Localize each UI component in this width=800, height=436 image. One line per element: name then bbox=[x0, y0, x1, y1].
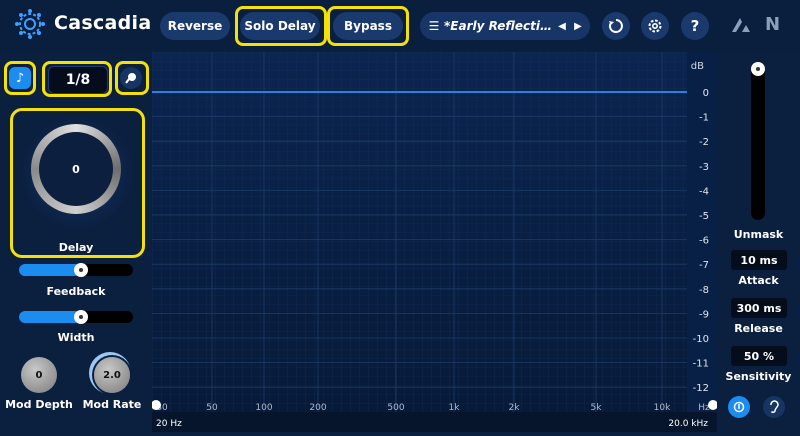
freq-max-label: 20.0 kHz bbox=[668, 419, 708, 429]
freq-tick-label: 200 bbox=[309, 403, 326, 413]
width-slider-fill bbox=[19, 311, 81, 323]
width-slider[interactable] bbox=[19, 310, 133, 324]
db-tick-label: -9 bbox=[699, 309, 709, 320]
db-tick-label: -10 bbox=[693, 334, 709, 345]
top-bar: Cascadia Reverse Solo Delay Bypass ☰ *Ea… bbox=[0, 0, 800, 52]
history-icon bbox=[608, 19, 623, 33]
unmask-slider[interactable] bbox=[751, 62, 765, 220]
note-value-display[interactable]: 1/8 bbox=[48, 66, 108, 94]
freq-tick-label: 1k bbox=[449, 403, 461, 413]
db-tick-label: -4 bbox=[699, 186, 709, 197]
sensitivity-value[interactable]: 50 % bbox=[731, 346, 787, 366]
width-slider-thumb[interactable] bbox=[74, 310, 88, 324]
settings-button[interactable] bbox=[641, 12, 669, 40]
bypass-button[interactable]: Bypass bbox=[333, 12, 403, 40]
db-tick-label: -2 bbox=[699, 137, 709, 148]
mod-depth-label: Mod Depth bbox=[5, 398, 73, 411]
freq-tick-label: 500 bbox=[387, 403, 404, 413]
attack-value[interactable]: 10 ms bbox=[731, 250, 787, 270]
sensitivity-label: Sensitivity bbox=[725, 370, 792, 383]
cascadia-logo-icon bbox=[15, 9, 45, 39]
db-tick-label: -11 bbox=[693, 359, 709, 370]
tempo-sync-button[interactable]: ♪ bbox=[9, 67, 31, 89]
tap-tempo-button[interactable] bbox=[120, 67, 142, 89]
delay-control-panel: ♪ 1/8 0 Delay Feedback Width 0 Mod Depth… bbox=[0, 52, 152, 432]
listen-button[interactable] bbox=[763, 396, 785, 418]
ear-icon bbox=[770, 400, 779, 414]
freq-axis-bar bbox=[152, 412, 717, 432]
tap-tempo-icon bbox=[125, 73, 136, 84]
mod-depth-knob[interactable]: 0 bbox=[21, 357, 57, 393]
unmask-panel: Unmask 10 ms Attack 300 ms Release 50 % … bbox=[717, 52, 800, 432]
help-button[interactable]: ? bbox=[681, 12, 709, 40]
feedback-slider-fill bbox=[19, 264, 81, 276]
app-title: Cascadia bbox=[54, 12, 152, 34]
unmask-label: Unmask bbox=[733, 228, 784, 241]
freq-tick-label: 5k bbox=[591, 403, 603, 413]
db-unit-label: dB bbox=[691, 61, 704, 72]
meter-mode-icon bbox=[733, 401, 745, 413]
music-note-icon: ♪ bbox=[15, 70, 25, 86]
width-label: Width bbox=[57, 331, 95, 344]
db-tick-label: -8 bbox=[699, 285, 709, 296]
db-tick-label: -5 bbox=[699, 211, 709, 222]
release-label: Release bbox=[734, 322, 783, 335]
spectrum-graph-svg[interactable]: dB 0-1-2-3-4-5-6-7-8-9-10-11-12 30 50 100 2… bbox=[151, 52, 718, 432]
feedback-slider-thumb[interactable] bbox=[74, 263, 88, 277]
meter-mode-button[interactable] bbox=[728, 396, 750, 418]
mod-rate-knob[interactable]: 2.0 bbox=[94, 357, 130, 393]
attack-label: Attack bbox=[738, 274, 779, 287]
freq-tick-label: 100 bbox=[255, 403, 272, 413]
freq-tick-label: 10k bbox=[654, 403, 671, 413]
preset-selector[interactable]: ☰ *Early Reflections - W... ◀ ▶ bbox=[420, 12, 590, 40]
db-tick-label: -7 bbox=[699, 260, 709, 271]
gear-icon bbox=[648, 19, 662, 33]
freq-min-label: 20 Hz bbox=[156, 419, 182, 429]
izotope-logo-icon bbox=[732, 18, 750, 32]
mod-rate-label: Mod Rate bbox=[82, 398, 142, 411]
ni-logo: N bbox=[765, 14, 781, 35]
freq-tick-label: 2k bbox=[509, 403, 521, 413]
db-tick-label: -1 bbox=[699, 113, 709, 124]
delay-label: Delay bbox=[58, 241, 94, 254]
unmask-slider-thumb[interactable] bbox=[751, 62, 765, 76]
release-value[interactable]: 300 ms bbox=[731, 298, 787, 318]
delay-knob[interactable]: 0 bbox=[31, 124, 121, 214]
db-tick-label: 0 bbox=[703, 88, 709, 99]
db-tick-label: -6 bbox=[699, 236, 709, 247]
feedback-label: Feedback bbox=[46, 285, 106, 298]
freq-tick-label: 50 bbox=[206, 403, 218, 413]
solo-delay-button[interactable]: Solo Delay bbox=[240, 12, 320, 40]
feedback-slider[interactable] bbox=[19, 263, 133, 277]
spectrum-graph[interactable]: dB 0 -1 -2 -3 -4 -5 -6 -7 -8 -9 -10 -11 -12 30 50 100 2… bbox=[151, 52, 718, 432]
preset-name[interactable]: *Early Reflections - W... bbox=[444, 19, 554, 33]
history-button[interactable] bbox=[602, 12, 630, 40]
reverse-button[interactable]: Reverse bbox=[160, 12, 230, 40]
db-tick-label: -3 bbox=[699, 162, 709, 173]
delay-value: 0 bbox=[39, 132, 113, 206]
db-tick-label: -12 bbox=[693, 383, 709, 394]
preset-next-icon[interactable]: ▶ bbox=[570, 21, 586, 32]
graph-fine-grid bbox=[152, 52, 687, 412]
preset-list-icon[interactable]: ☰ bbox=[424, 19, 444, 33]
preset-prev-icon[interactable]: ◀ bbox=[554, 21, 570, 32]
